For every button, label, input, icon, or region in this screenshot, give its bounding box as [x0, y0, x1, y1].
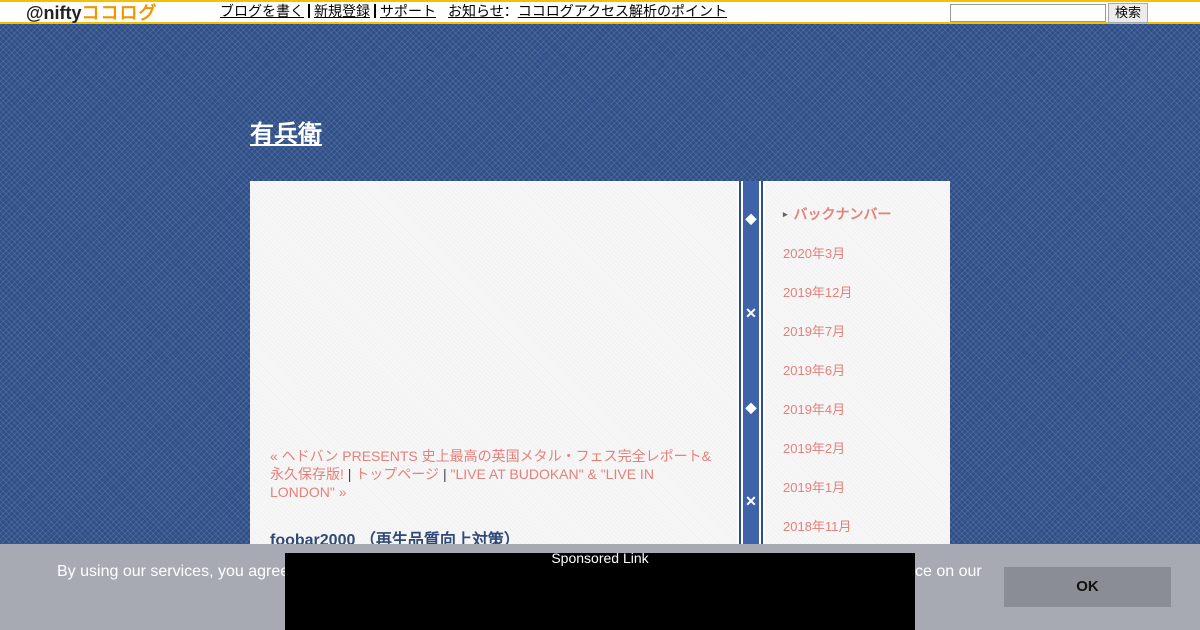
- post-navigation: « ヘドバン PRESENTS 史上最高の英国メタル・フェス完全レポート&永久保…: [270, 447, 720, 501]
- logo-nifty-text: @nifty: [26, 3, 82, 23]
- search-button[interactable]: 検索: [1108, 3, 1148, 23]
- notice-label-link[interactable]: お知らせ: [448, 3, 504, 19]
- sponsored-ad[interactable]: Sponsored Link: [285, 550, 915, 630]
- diamond-ornament-icon: ◆: [745, 210, 757, 226]
- archive-link[interactable]: 2018年11月: [783, 516, 851, 535]
- notice-separator: ：: [503, 3, 518, 19]
- logo-cocolog-text: ココログ: [81, 3, 158, 23]
- link-divider: [374, 4, 376, 18]
- nifty-cocolog-logo[interactable]: @niftyココログ: [26, 2, 158, 24]
- sidebar-heading: ▸ バックナンバー: [783, 204, 892, 224]
- nav-separator: |: [442, 466, 447, 482]
- register-link[interactable]: 新規登録: [314, 3, 370, 19]
- archive-link[interactable]: 2019年7月: [783, 321, 845, 340]
- heading-bullet-icon: ▸: [783, 209, 788, 219]
- archive-link[interactable]: 2019年4月: [783, 399, 845, 418]
- top-navigation-bar: @niftyココログ ブログを書く 新規登録 サポート お知らせ：ココログアクセス解析…: [0, 0, 1200, 24]
- link-divider: [308, 4, 310, 18]
- sponsored-link-label: Sponsored Link: [551, 550, 649, 566]
- nav-separator: |: [347, 466, 352, 482]
- cookie-message-tail: ce on our: [915, 563, 982, 580]
- back-number-heading: バックナンバー: [793, 206, 892, 222]
- search-input[interactable]: [950, 4, 1106, 22]
- diamond-ornament-icon: ◆: [745, 399, 757, 415]
- archive-link[interactable]: 2019年6月: [783, 360, 845, 379]
- cookie-ok-button[interactable]: OK: [1004, 567, 1171, 607]
- archive-link[interactable]: 2019年12月: [783, 282, 852, 301]
- cross-ornament-icon: ✕: [745, 493, 757, 509]
- write-blog-link[interactable]: ブログを書く: [220, 3, 304, 19]
- blog-title[interactable]: 有兵衛: [250, 114, 322, 149]
- cookie-message: By using our services, you agree: [57, 563, 290, 580]
- notice-link[interactable]: ココログアクセス解析のポイント: [518, 3, 727, 19]
- archive-link[interactable]: 2019年2月: [783, 438, 845, 457]
- archive-link[interactable]: 2020年3月: [783, 243, 845, 262]
- support-link[interactable]: サポート: [380, 3, 436, 19]
- cross-ornament-icon: ✕: [745, 305, 757, 321]
- top-links: ブログを書く 新規登録 サポート お知らせ：ココログアクセス解析のポイント: [220, 2, 727, 22]
- top-page-link[interactable]: トップページ: [355, 466, 439, 482]
- archive-link[interactable]: 2019年1月: [783, 477, 845, 496]
